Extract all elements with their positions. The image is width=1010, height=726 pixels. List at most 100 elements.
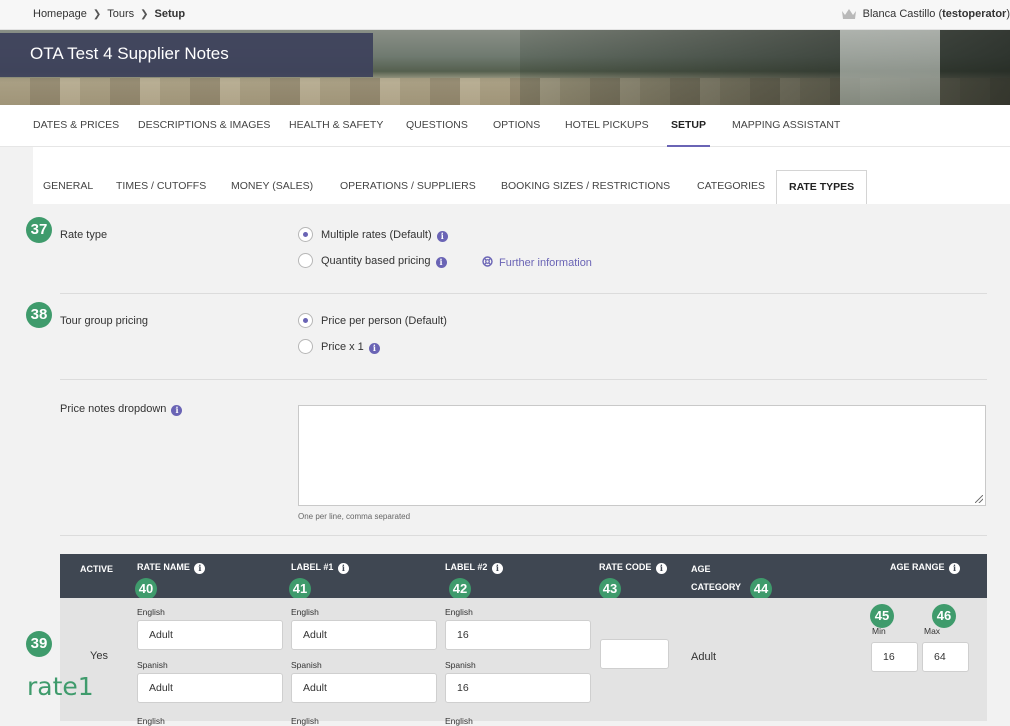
table-row: Yes English Adult Spanish Adult English … [60,598,987,726]
next-row-lang: English [445,716,473,726]
chevron-right-icon: ❯ [140,8,149,20]
info-icon[interactable]: i [436,231,448,242]
tab-health-safety[interactable]: HEALTH & SAFETY [289,119,383,131]
crown-icon [841,9,856,19]
price-notes-hint: One per line, comma separated [298,512,411,521]
tab-setup[interactable]: SETUP [671,119,706,131]
section-divider [60,379,987,380]
next-row-lang: English [291,716,319,726]
info-icon[interactable]: i [337,563,349,574]
radio-quantity-pricing[interactable] [298,253,313,268]
page-title-box: OTA Test 4 Supplier Notes [0,33,373,77]
annotation-badge: 44 [750,578,772,600]
annotation-badge: 40 [135,578,157,600]
label1-input-en[interactable]: Adult [291,620,437,650]
price-notes-textarea[interactable] [298,405,986,506]
rate-name-input-es[interactable]: Adult [137,673,283,703]
top-bar: Homepage ❯ Tours ❯ Setup Blanca Castillo… [0,0,1010,30]
label1-lang-en: English [291,607,319,617]
age-min-label: Min [872,626,886,636]
tour-group-pricing-label: Tour group pricing [60,315,149,327]
price-notes-label: Price notes dropdown i [60,403,183,416]
tab-mapping-assistant[interactable]: MAPPING ASSISTANT [732,119,840,131]
info-icon[interactable]: i [655,563,667,574]
tab-questions[interactable]: QUESTIONS [406,119,468,131]
breadcrumb-home[interactable]: Homepage [33,8,87,20]
header-age: AGE [691,564,711,574]
chevron-right-icon: ❯ [92,8,102,20]
rate-name-lang-es: Spanish [137,660,168,670]
label2-lang-es: Spanish [445,660,476,670]
user-menu[interactable]: Blanca Castillo (testoperator) [841,8,1010,20]
page-title: OTA Test 4 Supplier Notes [30,44,229,63]
tab-dates-prices[interactable]: DATES & PRICES [33,119,119,131]
info-icon[interactable]: i [491,563,503,574]
sub-nav: GENERAL TIMES / CUTOFFS MONEY (SALES) OP… [33,167,1010,206]
annotation-badge: 43 [599,578,621,600]
rate-code-input[interactable] [600,639,669,669]
subtab-money-sales[interactable]: MONEY (SALES) [231,180,313,192]
radio-price-per-person[interactable] [298,313,313,328]
header-label1: LABEL #1 i [291,562,349,574]
resize-grip-icon[interactable] [975,495,983,503]
annotation-badge: 37 [26,217,52,243]
tab-options[interactable]: OPTIONS [493,119,540,131]
info-icon[interactable]: i [435,257,447,268]
rate-name-input-en[interactable]: Adult [137,620,283,650]
annotation-badge: 39 [26,631,52,657]
annotation-badge: 38 [26,302,52,328]
info-icon[interactable]: i [171,405,183,416]
breadcrumb-current: Setup [154,8,186,20]
info-icon[interactable]: i [194,563,206,574]
subtab-rate-types[interactable]: RATE TYPES [776,170,867,206]
annotation-badge: 41 [289,578,311,600]
tab-hotel-pickups[interactable]: HOTEL PICKUPS [565,119,649,131]
subtab-times-cutoffs[interactable]: TIMES / CUTOFFS [116,180,206,192]
radio-price-per-person-label: Price per person (Default) [321,315,447,327]
header-rate-name: RATE NAME i [137,562,206,574]
rate-name-lang-en: English [137,607,165,617]
subtab-general[interactable]: GENERAL [43,180,93,192]
tab-descriptions-images[interactable]: DESCRIPTIONS & IMAGES [138,119,270,131]
age-min-input[interactable]: 16 [871,642,918,672]
radio-price-x1[interactable] [298,339,313,354]
label2-input-en[interactable]: 16 [445,620,591,650]
radio-multiple-rates-label: Multiple rates (Default) i [321,229,448,242]
label1-input-es[interactable]: Adult [291,673,437,703]
info-icon[interactable]: i [949,563,961,574]
subtab-booking-sizes[interactable]: BOOKING SIZES / RESTRICTIONS [501,180,670,192]
rates-table-header: ACTIVE RATE NAME i LABEL #1 i LABEL #2 i… [60,554,987,600]
user-name: Blanca Castillo (testoperator) [862,8,1010,20]
header-category: CATEGORY [691,582,742,592]
annotation-badge: 46 [932,604,956,628]
breadcrumb-tours[interactable]: Tours [107,8,134,20]
further-information-link[interactable]: Further information [482,256,592,269]
subtab-categories[interactable]: CATEGORIES [697,180,765,192]
radio-multiple-rates[interactable] [298,227,313,242]
label2-input-es[interactable]: 16 [445,673,591,703]
breadcrumb: Homepage ❯ Tours ❯ Setup [33,8,185,20]
main-nav: DATES & PRICES DESCRIPTIONS & IMAGES HEA… [0,105,1010,147]
lifebuoy-icon [482,256,493,267]
radio-quantity-pricing-label: Quantity based pricing i [321,255,447,268]
annotation-badge: 42 [449,578,471,600]
section-divider [60,293,987,294]
header-age-range: AGE RANGE i [890,562,961,574]
age-category-value: Adult [691,651,717,663]
label1-lang-es: Spanish [291,660,322,670]
age-max-input[interactable]: 64 [922,642,969,672]
rate-annotation-label: rate1 [27,672,94,701]
banner-waterfall [840,30,940,105]
section-divider [60,535,987,536]
rate-types-form: 37 Rate type Multiple rates (Default) i … [26,204,1010,726]
subtab-operations-suppliers[interactable]: OPERATIONS / SUPPLIERS [340,180,476,192]
header-active: ACTIVE [80,564,114,574]
row-active-value: Yes [90,650,108,662]
label2-lang-en: English [445,607,473,617]
subtab-rate-types-label: RATE TYPES [789,181,855,193]
next-row-lang: English [137,716,165,726]
rate-type-label: Rate type [60,229,108,241]
annotation-badge: 45 [870,604,894,628]
info-icon[interactable]: i [368,343,380,354]
setup-panel: GENERAL TIMES / CUTOFFS MONEY (SALES) OP… [26,147,1010,726]
